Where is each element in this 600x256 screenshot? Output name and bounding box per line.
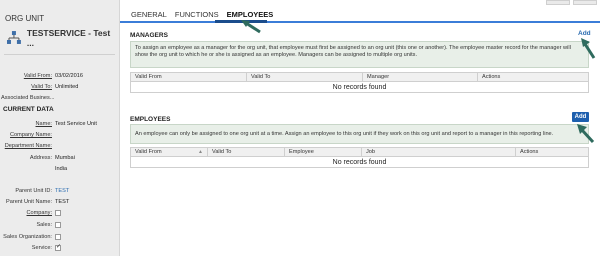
address-line2-row: India	[0, 166, 67, 173]
name-value: Test Service Unit	[55, 121, 97, 127]
col-actions: Actions	[515, 147, 589, 157]
address-label: Address:	[29, 155, 52, 161]
sales-organization-row: Sales Organization:	[0, 234, 61, 241]
col-employee[interactable]: Employee	[284, 147, 362, 157]
parent-unit-name-row: Parent Unit Name: TEST	[0, 199, 69, 206]
valid-from-row: Valid From: 03/02/2016	[0, 73, 83, 80]
col-manager[interactable]: Manager	[362, 72, 478, 82]
name-label: Name:	[35, 121, 52, 127]
associated-business-row: Associated Busines...	[0, 95, 70, 102]
company-name-label: Company Name:	[10, 132, 52, 138]
col-valid-from-label: Valid From	[135, 74, 162, 80]
col-manager-label: Manager	[367, 74, 390, 80]
col-valid-from[interactable]: Valid From ▲	[130, 147, 208, 157]
left-panel: ORG UNIT TESTSERVICE - Test ... Valid Fr…	[0, 0, 120, 256]
table-header-row: Valid From ▲ Valid To Employee Job Action…	[130, 147, 589, 157]
pointer-arrow-icon	[581, 38, 596, 59]
main-content: GENERAL FUNCTIONS EMPLOYEES MANAGERS Add…	[120, 0, 600, 256]
sales-organization-checkbox[interactable]	[55, 234, 61, 240]
table-row: No records found	[130, 81, 589, 93]
service-checkbox[interactable]	[55, 244, 61, 251]
valid-from-label: Valid From:	[23, 73, 52, 79]
department-name-label: Department Name:	[4, 143, 52, 149]
left-header: ORG UNIT	[5, 14, 45, 23]
col-actions-label: Actions	[482, 74, 501, 80]
company-name-row: Company Name:	[0, 132, 55, 139]
sort-arrow-icon: ▲	[198, 149, 203, 155]
table-row: No records found	[130, 156, 589, 168]
table-header-row: Valid From Valid To Manager Actions	[130, 72, 589, 82]
sales-organization-label: Sales Organization:	[3, 234, 52, 240]
valid-to-row: Valid To: Unlimited	[0, 84, 78, 91]
toolbar-button[interactable]	[546, 0, 570, 5]
service-label: Service:	[31, 245, 52, 251]
parent-unit-name-label: Parent Unit Name:	[5, 199, 52, 205]
sales-checkbox[interactable]	[55, 222, 61, 228]
parent-unit-name-value: TEST	[55, 199, 70, 205]
tab-functions[interactable]: FUNCTIONS	[175, 10, 219, 19]
employees-info: An employee can only be assigned to one …	[130, 124, 589, 144]
department-name-row: Department Name:	[0, 143, 55, 150]
sales-row: Sales:	[0, 222, 61, 229]
empty-message: No records found	[130, 156, 589, 168]
employees-section: EMPLOYEES Add An employee can only be as…	[130, 112, 589, 168]
employees-add-button[interactable]: Add	[572, 112, 589, 122]
company-checkbox[interactable]	[55, 210, 61, 216]
col-actions: Actions	[477, 72, 589, 82]
pointer-arrow-icon	[577, 124, 595, 144]
valid-from-value: 03/02/2016	[55, 73, 83, 79]
service-row: Service:	[0, 244, 61, 252]
col-valid-to-label: Valid To	[251, 74, 271, 80]
col-job[interactable]: Job	[361, 147, 516, 157]
col-valid-to[interactable]: Valid To	[246, 72, 363, 82]
managers-table: Valid From Valid To Manager Actions No r…	[130, 72, 589, 93]
empty-message: No records found	[130, 81, 589, 93]
managers-section: MANAGERS Add To assign an employee as a …	[130, 30, 591, 93]
tab-underline	[120, 21, 600, 23]
name-row: Name: Test Service Unit	[0, 121, 97, 128]
toolbar-button[interactable]	[573, 0, 597, 5]
managers-info: To assign an employee as a manager for t…	[130, 41, 589, 68]
org-title: TESTSERVICE - Test ...	[26, 28, 111, 48]
org-title-row: TESTSERVICE - Test ...	[6, 28, 119, 48]
col-valid-to[interactable]: Valid To	[207, 147, 285, 157]
parent-unit-id-row: Parent Unit ID: TEST	[0, 188, 69, 195]
employees-table: Valid From ▲ Valid To Employee Job Action…	[130, 147, 589, 168]
org-unit-icon	[6, 31, 21, 44]
valid-to-value: Unlimited	[55, 84, 79, 90]
col-actions-label: Actions	[520, 149, 539, 155]
tab-general[interactable]: GENERAL	[131, 10, 167, 19]
col-valid-from-label: Valid From	[135, 149, 162, 155]
address-line2: India	[55, 166, 68, 172]
associated-business-label[interactable]: Associated Busines...	[0, 95, 70, 102]
col-valid-from[interactable]: Valid From	[130, 72, 247, 82]
col-job-label: Job	[366, 149, 376, 155]
col-valid-to-label: Valid To	[212, 149, 232, 155]
address-line1: Mumbai	[55, 155, 75, 161]
address-row: Address: Mumbai	[0, 155, 75, 162]
valid-to-label: Valid To:	[31, 84, 52, 90]
address-spacer	[0, 166, 55, 173]
employees-title: EMPLOYEES	[130, 116, 171, 123]
divider	[4, 54, 115, 55]
top-toolbar	[546, 0, 597, 5]
sales-label: Sales:	[36, 222, 52, 228]
parent-unit-id-link[interactable]: TEST	[55, 188, 69, 195]
col-employee-label: Employee	[289, 149, 314, 155]
company-label: Company:	[26, 210, 53, 216]
current-data-title: CURRENT DATA	[3, 106, 54, 113]
managers-title: MANAGERS	[130, 32, 168, 39]
parent-unit-id-label: Parent Unit ID:	[15, 188, 52, 194]
company-row: Company:	[0, 210, 61, 217]
